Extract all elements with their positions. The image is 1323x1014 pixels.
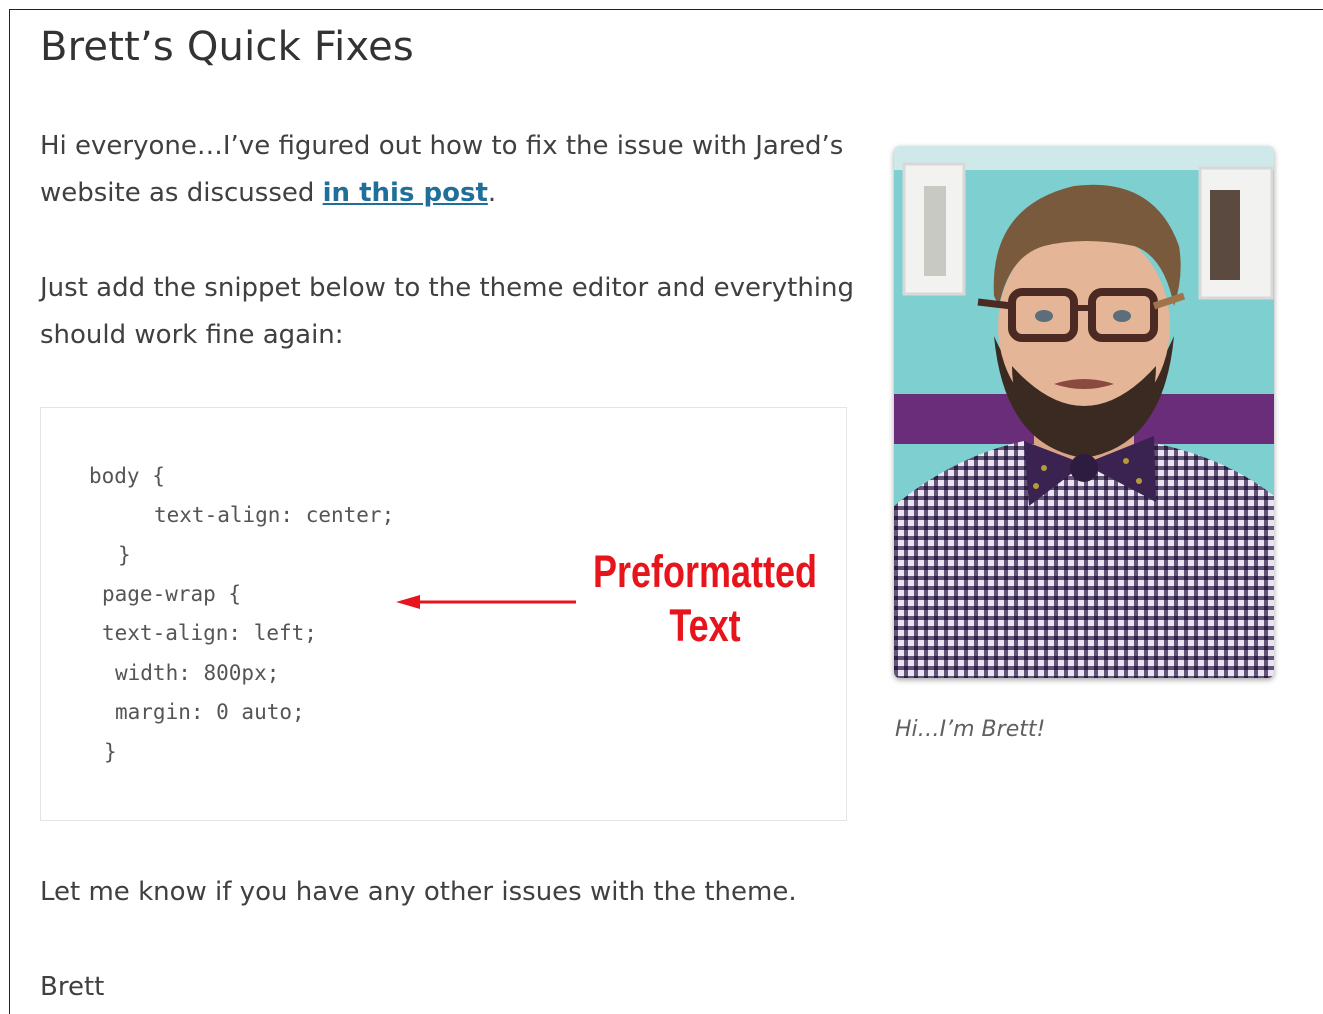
intro-paragraph: Hi everyone…I’ve figured out how to fix …	[40, 123, 860, 217]
code-line: }	[104, 740, 117, 764]
code-line: text-align: center;	[154, 503, 395, 527]
code-line: body {	[89, 464, 165, 488]
post-link[interactable]: in this post	[323, 178, 488, 208]
signature: Brett	[40, 972, 105, 1002]
code-line: text-align: left;	[102, 621, 317, 645]
annotation-line-2: Text	[669, 600, 741, 651]
annotation-line-1: Preformatted	[592, 546, 818, 597]
intro-punctuation: .	[487, 178, 497, 208]
post-title: Brett’s Quick Fixes	[40, 24, 414, 70]
code-line: page-wrap {	[102, 582, 242, 606]
code-line: margin: 0 auto;	[115, 700, 305, 724]
portrait-image-icon	[894, 146, 1274, 678]
outro-paragraph: Let me know if you have any other issues…	[40, 877, 797, 907]
instructions-paragraph: Just add the snippet below to the theme …	[40, 273, 855, 350]
annotation-arrow-icon	[396, 595, 576, 609]
code-line: width: 800px;	[115, 661, 280, 685]
photo-caption: Hi…I’m Brett!	[895, 717, 1046, 742]
code-line: }	[118, 543, 131, 567]
author-photo	[894, 146, 1274, 678]
preformatted-annotation: Preformatted Text	[589, 545, 821, 653]
